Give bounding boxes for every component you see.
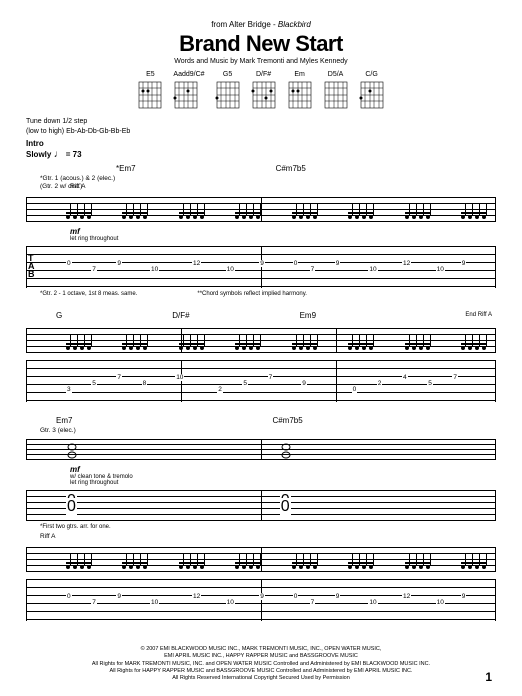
page-number: 1 [485, 670, 492, 684]
intro-label: Intro [26, 139, 496, 148]
footnote: *Gtr. 2 - 1 octave, 1st 8 meas. same. [40, 291, 137, 297]
fretboard-icon [215, 80, 241, 110]
notation-staff: End Riff A [26, 322, 496, 356]
riff-label: Riff A [70, 183, 85, 190]
tuning-line1: Tune down 1/2 step [26, 118, 496, 126]
note-beams [66, 324, 486, 350]
dynamic-marking: mf [70, 465, 496, 474]
chord-symbol: C#m7b5 [272, 416, 302, 425]
sheet-music-page: from Alter Bridge - Blackbird Brand New … [0, 0, 522, 645]
notation-staff-gtr3 [26, 435, 496, 463]
fretboard-icon [287, 80, 313, 110]
source-line: from Alter Bridge - Blackbird [26, 20, 496, 29]
whole-note-icon [280, 441, 292, 461]
credits: Words and Music by Mark Tremonti and Myl… [26, 58, 496, 65]
whole-note-icon [66, 441, 78, 461]
chord-diagram-aadd9: Aadd9/C# [173, 71, 204, 110]
notation-staff-gtr12 [26, 541, 496, 575]
tablature-staff: TAB 07910121090791012109 [26, 246, 496, 288]
chord-diagram-d5a: D5/A [323, 71, 349, 110]
guitar-sublabel: (Gtr. 2 w/ dist.) [40, 183, 496, 190]
chord-symbol: *Em7 [116, 164, 136, 173]
tab-label: TAB [28, 254, 35, 278]
tablature-staff: 357810257902457 [26, 360, 496, 402]
tab-numbers: 07910121090791012109 [66, 585, 486, 615]
music-system-3: Em7 C#m7b5 Gtr. 3 (elec.) mf w/ clean to… [26, 416, 496, 621]
tab-numbers: 07910121090791012109 [66, 252, 486, 282]
chord-diagram-row: E5 Aadd9/C# G5 D/F# Em D5/A C/G [26, 71, 496, 110]
tempo-marking: Slowly ♩ = 73 [26, 149, 496, 160]
music-system-2: G D/F# Em9 End Riff A 357810257902457 [26, 311, 496, 402]
dynamic-marking: mf [70, 227, 496, 236]
end-riff-label: End Riff A [465, 312, 492, 318]
chord-diagram-e5: E5 [137, 71, 163, 110]
header: from Alter Bridge - Blackbird Brand New … [26, 20, 496, 65]
note-beams [66, 543, 486, 569]
fretboard-icon [173, 80, 199, 110]
tab-numbers: 357810257902457 [66, 366, 486, 396]
tuning-line2: (low to high) Eb-Ab-Db-Gb-Bb-Eb [26, 128, 496, 136]
chord-diagram-em: Em [287, 71, 313, 110]
note-beams [66, 193, 486, 219]
tablature-staff-gtr3: 0 0 0 0 [26, 490, 496, 520]
from-prefix: from Alter Bridge - [211, 20, 278, 29]
fretboard-icon [251, 80, 277, 110]
performance-note: let ring throughout [70, 480, 496, 486]
fretboard-icon [137, 80, 163, 110]
guitar-label: *Gtr. 1 (acous.) & 2 (elec.) [40, 175, 496, 182]
guitar-label: Gtr. 3 (elec.) [40, 427, 496, 434]
music-system-1: *Em7 C#m7b5 *Gtr. 1 (acous.) & 2 (elec.)… [26, 164, 496, 297]
album-name: Blackbird [278, 20, 311, 29]
chord-symbol: D/F# [172, 311, 189, 320]
chord-symbol: G [56, 311, 62, 320]
riff-label: Riff A [40, 533, 496, 540]
chord-symbols-row: *Em7 C#m7b5 [116, 164, 496, 173]
chord-symbols-row: Em7 C#m7b5 [56, 416, 496, 425]
quarter-note-icon: ♩ [54, 149, 64, 160]
copyright-footer: © 2007 EMI BLACKWOOD MUSIC INC., MARK TR… [26, 646, 496, 682]
chord-diagram-g5: G5 [215, 71, 241, 110]
chord-diagram-dfs: D/F# [251, 71, 277, 110]
chord-symbol: Em7 [56, 416, 72, 425]
fretboard-icon [323, 80, 349, 110]
footnote: *First two gtrs. arr. for one. [40, 524, 496, 530]
footnote: **Chord symbols reflect implied harmony. [197, 291, 307, 297]
chord-symbol: C#m7b5 [276, 164, 306, 173]
chord-diagram-cg: C/G [359, 71, 385, 110]
song-title: Brand New Start [26, 31, 496, 57]
chord-symbols-row: G D/F# Em9 [56, 311, 496, 320]
tablature-staff-gtr12: 07910121090791012109 [26, 579, 496, 621]
performance-note: let ring throughout [70, 236, 496, 242]
notation-staff: Riff A [26, 191, 496, 225]
fretboard-icon [359, 80, 385, 110]
chord-symbol: Em9 [300, 311, 316, 320]
